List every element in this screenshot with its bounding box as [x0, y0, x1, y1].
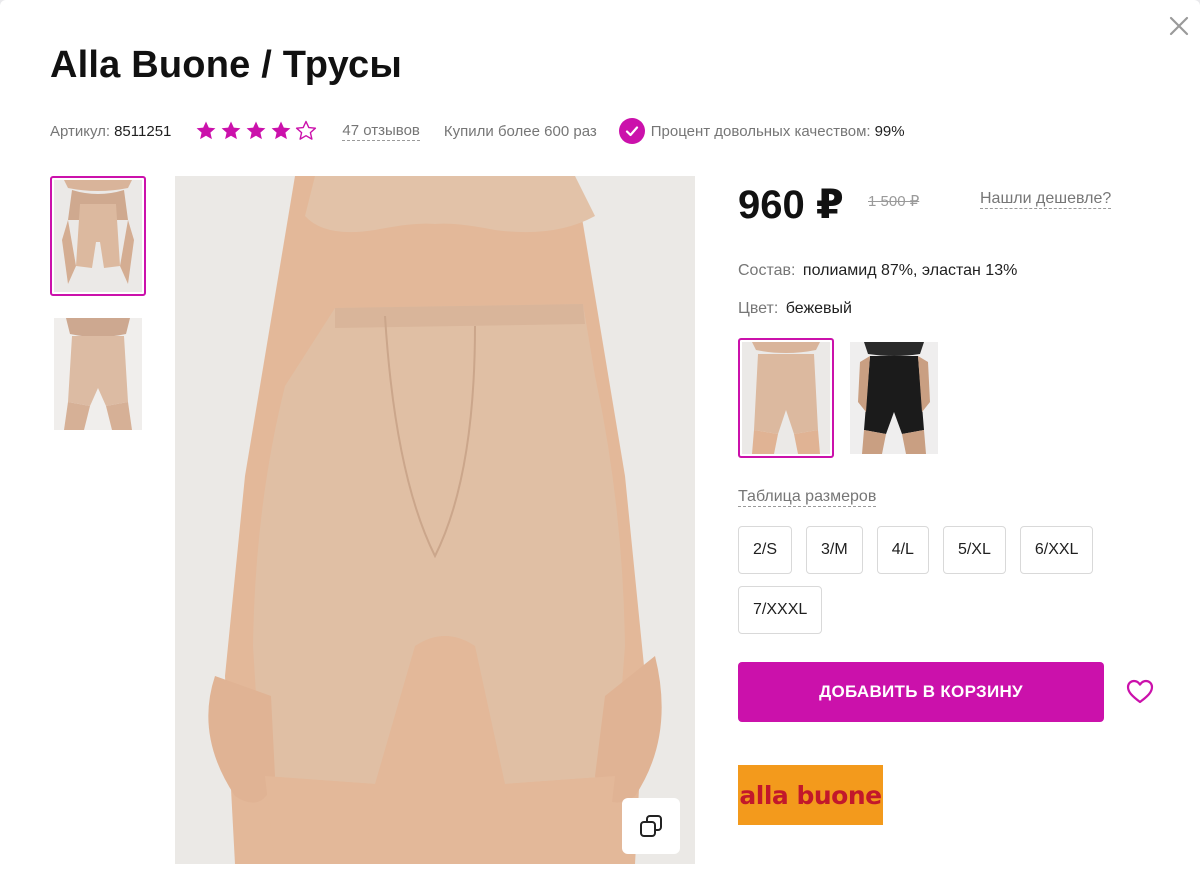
size-option[interactable]: 7/XXXL	[738, 586, 823, 634]
rating-stars	[195, 120, 320, 142]
close-button[interactable]	[1163, 10, 1195, 42]
heart-icon	[1126, 679, 1154, 704]
favorite-button[interactable]	[1124, 676, 1156, 708]
old-price: 1 500 ₽	[868, 193, 920, 210]
color-value: бежевый	[785, 300, 852, 317]
color-option-beige[interactable]	[738, 338, 834, 458]
product-modal: Alla Buone / Трусы Артикул: 8511251 47 о…	[0, 0, 1200, 889]
size-option[interactable]: 5/XL	[942, 526, 1006, 574]
size-option[interactable]: 3/M	[806, 526, 863, 574]
thumbnail-front[interactable]	[50, 176, 146, 296]
current-price: 960 ₽	[738, 183, 844, 227]
quality-label: Процент довольных качеством:	[650, 122, 871, 140]
bought-count: Купили более 600 раз	[443, 122, 597, 140]
brand-logo-text: alla buone	[739, 780, 882, 810]
size-options: 2/S 3/M 4/L 5/XL 6/XXL 7/XXXL	[738, 526, 1108, 646]
zoom-button[interactable]	[622, 798, 680, 854]
color-options	[738, 338, 954, 458]
star-filled-icon	[221, 121, 241, 140]
add-to-cart-button[interactable]: ДОБАВИТЬ В КОРЗИНУ	[738, 662, 1104, 722]
thumbnail-list	[50, 176, 146, 452]
composition-label: Состав:	[738, 262, 796, 279]
color-row: Цвет: бежевый	[738, 298, 1017, 336]
size-option[interactable]: 2/S	[738, 526, 793, 574]
product-title: Alla Buone / Трусы	[50, 44, 402, 86]
size-table-link[interactable]: Таблица размеров	[738, 488, 877, 507]
composition-value: полиамид 87%, эластан 13%	[802, 262, 1018, 279]
size-option[interactable]: 6/XXL	[1019, 526, 1094, 574]
close-icon	[1169, 16, 1189, 36]
thumbnail-back[interactable]	[50, 314, 146, 434]
price-row: 960 ₽ 1 500 ₽ Нашли дешевле?	[738, 182, 1118, 232]
star-filled-icon	[196, 121, 216, 140]
article-value: 8511251	[114, 122, 172, 140]
found-cheaper-link[interactable]: Нашли дешевле?	[980, 190, 1112, 209]
main-product-photo[interactable]	[175, 176, 695, 864]
color-label: Цвет:	[738, 300, 779, 317]
star-filled-icon	[246, 121, 266, 140]
star-empty-icon	[296, 120, 317, 140]
quality-indicator: Процент довольных качеством: 99%	[618, 118, 905, 144]
color-option-black[interactable]	[846, 338, 942, 458]
brand-logo[interactable]: alla buone	[738, 765, 883, 825]
size-option[interactable]: 4/L	[876, 526, 929, 574]
composition-row: Состав: полиамид 87%, эластан 13%	[738, 260, 1017, 298]
article-label: Артикул:	[50, 122, 111, 140]
check-circle-icon	[618, 118, 645, 144]
quality-value: 99%	[874, 122, 905, 140]
product-properties: Состав: полиамид 87%, эластан 13% Цвет: …	[738, 260, 1017, 336]
star-filled-icon	[271, 121, 291, 140]
zoom-icon	[640, 815, 662, 837]
reviews-link[interactable]: 47 отзывов	[342, 122, 420, 141]
product-meta: Артикул: 8511251 47 отзывов Купили более…	[50, 118, 905, 144]
